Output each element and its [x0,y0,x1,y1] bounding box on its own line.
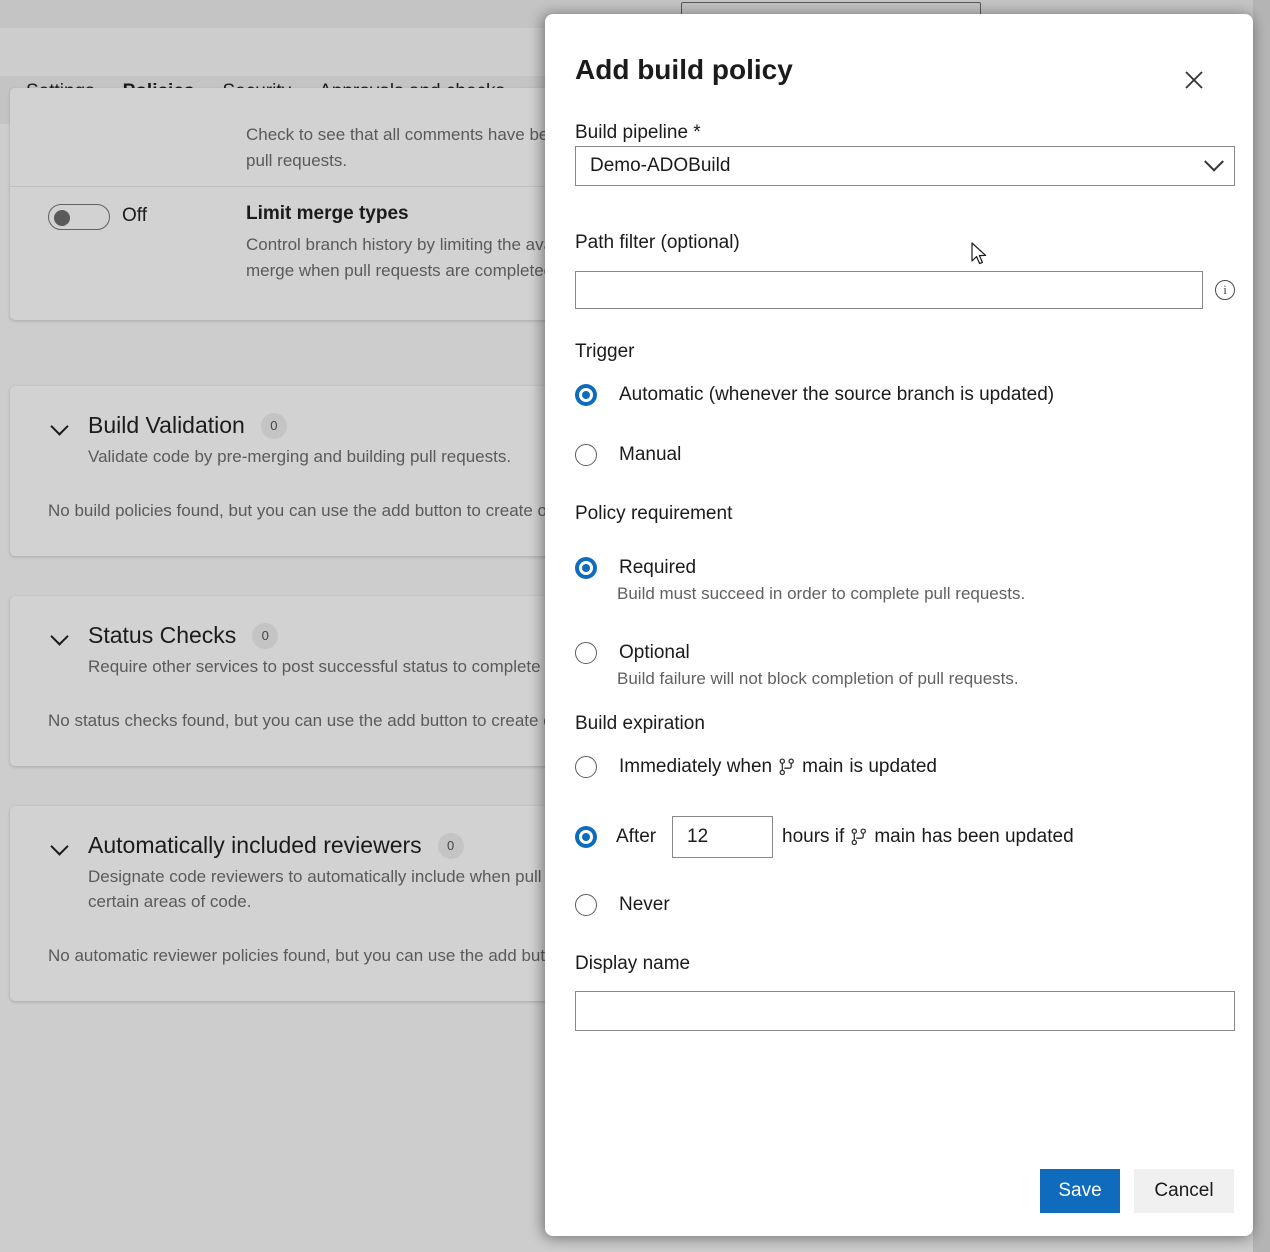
radio-sublabel: Build must succeed in order to complete … [617,584,1025,604]
section-header-build-validation[interactable]: Build Validation 0 [50,412,287,439]
add-build-policy-panel: Add build policy [545,14,1253,1236]
section-header-status-checks[interactable]: Status Checks 0 [50,622,278,649]
section-count-badge: 0 [438,833,464,859]
expire-immediately-suffix: is updated [849,756,937,778]
expire-immediately-branch: main [802,756,843,778]
radio-sublabel: Build failure will not block completion … [617,669,1019,689]
display-name-input[interactable] [575,991,1235,1031]
build-pipeline-dropdown[interactable]: Demo-ADOBuild [575,146,1235,186]
git-branch-icon [779,758,795,776]
build-pipeline-value: Demo-ADOBuild [576,155,1194,177]
cancel-button[interactable]: Cancel [1134,1169,1234,1213]
radio-label: Automatic (whenever the source branch is… [619,384,1054,406]
radio-indicator [575,444,597,466]
section-count-badge: 0 [252,623,278,649]
chevron-down-icon [50,836,70,856]
chevron-down-icon [50,626,70,646]
expiration-hours-input[interactable] [672,816,773,858]
panel-title: Add build policy [575,54,793,86]
expire-after-branch: main [874,826,915,848]
radio-indicator [575,756,597,778]
limit-merge-types-toggle[interactable] [48,204,110,230]
section-count-badge: 0 [261,413,287,439]
radio-label: Never [619,894,670,916]
radio-indicator [575,642,597,664]
path-filter-label: Path filter (optional) [575,232,740,254]
radio-policy-optional[interactable]: Optional [575,642,690,664]
section-title: Build Validation [88,412,245,439]
toggle-state-label: Off [122,205,147,227]
radio-indicator [575,557,597,579]
radio-policy-required[interactable]: Required [575,557,696,579]
info-icon[interactable]: i [1215,280,1235,300]
limit-merge-types-title: Limit merge types [246,203,409,225]
radio-label: Required [619,557,696,579]
radio-indicator [575,894,597,916]
radio-label: Manual [619,444,681,466]
path-filter-input[interactable] [575,271,1203,309]
radio-label: Immediately when main is updated [619,756,937,778]
section-title: Automatically included reviewers [88,832,422,859]
expire-immediately-prefix: Immediately when [619,756,772,778]
trigger-group-label: Trigger [575,341,634,363]
section-title: Status Checks [88,622,236,649]
build-pipeline-label: Build pipeline * [575,122,701,144]
radio-indicator [575,826,597,848]
chevron-down-icon [1194,147,1234,185]
expire-after-suffix-group: hours if main has been updated [782,826,1074,848]
page-right-edge [1253,0,1270,1252]
display-name-label: Display name [575,953,690,975]
chevron-down-icon [50,416,70,436]
radio-expire-after[interactable] [575,826,597,848]
build-expiration-group-label: Build expiration [575,713,705,735]
expire-after-prefix: After [616,826,656,848]
radio-trigger-manual[interactable]: Manual [575,444,681,466]
radio-indicator [575,384,597,406]
radio-expire-immediately[interactable]: Immediately when main is updated [575,756,937,778]
policy-requirement-group-label: Policy requirement [575,503,732,525]
git-branch-icon [851,828,867,846]
close-icon[interactable] [1172,58,1216,102]
radio-trigger-automatic[interactable]: Automatic (whenever the source branch is… [575,384,1054,406]
expire-after-mid: hours if [782,826,844,848]
save-button[interactable]: Save [1040,1169,1120,1213]
radio-label: Optional [619,642,690,664]
toggle-knob [54,210,70,226]
section-header-automatic-reviewers[interactable]: Automatically included reviewers 0 [50,832,464,859]
radio-expire-never[interactable]: Never [575,894,670,916]
expire-after-tail: has been updated [922,826,1074,848]
